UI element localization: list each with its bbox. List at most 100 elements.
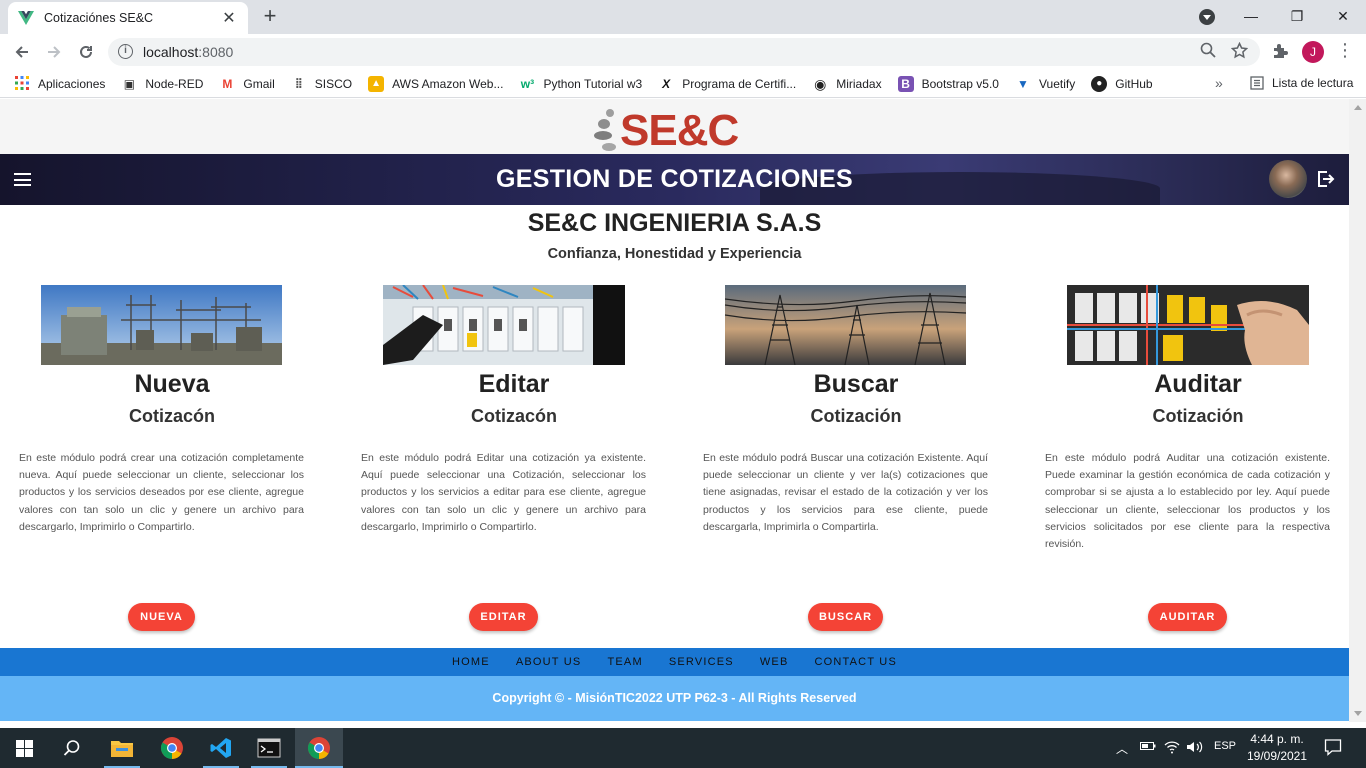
bookmark-item[interactable]: ▲ AWS Amazon Web...: [368, 75, 504, 92]
file-explorer-icon[interactable]: [98, 728, 146, 768]
bookmark-item[interactable]: ▼ Vuetify: [1015, 76, 1075, 92]
search-icon[interactable]: [48, 728, 96, 768]
footer-link-web[interactable]: WEB: [760, 656, 789, 668]
company-tagline: Confianza, Honestidad y Experiencia: [547, 246, 802, 262]
minimize-button[interactable]: —: [1228, 4, 1274, 28]
forward-arrow-icon[interactable]: [44, 42, 64, 62]
tab-search-icon[interactable]: [1199, 9, 1215, 25]
chrome-active-icon[interactable]: [295, 728, 343, 768]
miriadax-icon: ◉: [814, 75, 827, 92]
system-clock[interactable]: 4:44 p. m. 19/09/2021: [1244, 731, 1310, 765]
card-subtitle: Cotización: [1152, 406, 1244, 426]
nueva-button[interactable]: NUEVA: [128, 603, 195, 631]
bookmark-item[interactable]: ⣿ SISCO: [291, 76, 352, 92]
aws-icon: ▲: [368, 75, 385, 92]
vscode-icon[interactable]: [197, 728, 245, 768]
scroll-down-arrow-icon[interactable]: [1354, 711, 1362, 716]
bookmark-item[interactable]: ▣ Node-RED: [121, 76, 204, 92]
user-avatar[interactable]: [1269, 160, 1307, 198]
substation-image: [41, 285, 282, 365]
card-subtitle: Cotizacón: [128, 406, 215, 426]
bookmark-item[interactable]: Aplicaciones: [14, 75, 105, 92]
auditar-button[interactable]: AUDITAR: [1148, 603, 1227, 631]
bookmark-label: Programa de Certifi...: [682, 76, 797, 91]
card-buscar: Buscar Cotización En este módulo podrá B…: [703, 285, 1009, 631]
tray-chevron-icon[interactable]: ︿: [1116, 740, 1128, 757]
extensions-puzzle-icon[interactable]: [1270, 42, 1290, 62]
bookmark-label: AWS Amazon Web...: [392, 76, 504, 91]
battery-icon[interactable]: [1140, 740, 1156, 755]
footer-link-services[interactable]: SERVICES: [669, 656, 734, 668]
footer-link-home[interactable]: HOME: [452, 656, 490, 668]
card-description: En este módulo podrá Buscar una cotizaci…: [703, 452, 988, 533]
footer-copyright: Copyright © - MisiónTIC2022 UTP P62-3 - …: [0, 676, 1349, 721]
company-name: SE&C INGENIERIA S.A.S: [527, 209, 822, 237]
browser-tab[interactable]: Cotizaciónes SE&C ✕: [8, 2, 248, 34]
node-red-icon: ▣: [123, 76, 136, 91]
address-bar[interactable]: i localhost:8080: [108, 38, 1260, 66]
card-description: En este módulo podrá crear una cotizació…: [19, 452, 304, 533]
volume-icon[interactable]: [1186, 740, 1204, 757]
bookmark-item[interactable]: w³ Python Tutorial w3: [519, 76, 642, 92]
card-title: Editar: [478, 370, 550, 398]
bookmark-item[interactable]: ● GitHub: [1091, 75, 1153, 92]
editar-button[interactable]: EDITAR: [469, 603, 538, 631]
card-subtitle: Cotización: [810, 406, 902, 426]
zoom-search-icon[interactable]: [1200, 42, 1216, 62]
language-indicator[interactable]: ESP: [1214, 740, 1236, 752]
electrician-panel-image: [1067, 285, 1309, 365]
bookmark-item[interactable]: B Bootstrap v5.0: [897, 75, 999, 92]
w3schools-icon: w³: [520, 76, 535, 91]
terminal-icon[interactable]: [245, 728, 293, 768]
site-info-icon[interactable]: i: [118, 44, 133, 59]
bookmark-item[interactable]: M Gmail: [219, 76, 274, 92]
wifi-icon[interactable]: [1164, 740, 1180, 757]
tab-close-icon[interactable]: ✕: [220, 8, 238, 28]
browser-toolbar: i localhost:8080 J ⋮: [0, 34, 1366, 70]
power-lines-image: [724, 285, 967, 366]
maximize-button[interactable]: ❐: [1274, 4, 1320, 28]
card-title: Nueva: [134, 370, 210, 398]
vuetify-icon: ▼: [1017, 76, 1029, 91]
card-description: En este módulo podrá Editar una cotizaci…: [361, 452, 646, 533]
windows-start-icon[interactable]: [0, 728, 48, 768]
bookmark-label: GitHub: [1115, 76, 1153, 91]
browser-tab-strip: Cotizaciónes SE&C ✕ + — ❐ ✕: [0, 0, 1366, 34]
reading-list-button[interactable]: Lista de lectura: [1250, 76, 1353, 90]
buscar-button[interactable]: BUSCAR: [808, 603, 883, 631]
bookmark-label: Gmail: [243, 76, 275, 91]
card-auditar: Auditar Cotización En este módulo podrá …: [1045, 285, 1349, 631]
back-arrow-icon[interactable]: [12, 42, 32, 62]
card-subtitle: Cotizacón: [470, 406, 557, 426]
close-window-button[interactable]: ✕: [1320, 4, 1366, 28]
bookmarks-overflow-icon[interactable]: »: [1215, 75, 1223, 91]
logout-icon[interactable]: [1317, 171, 1335, 187]
url-text[interactable]: localhost:8080: [143, 44, 233, 60]
bookmark-label: SISCO: [314, 76, 353, 91]
bookmark-item[interactable]: X Programa de Certifi...: [658, 76, 796, 92]
windows-taskbar: ︿ ESP 4:44 p. m. 19/09/2021: [0, 728, 1366, 768]
bookmark-label: Node-RED: [145, 76, 204, 91]
footer-link-about[interactable]: ABOUT US: [516, 656, 582, 668]
card-title: Auditar: [1154, 370, 1242, 398]
gmail-icon: M: [222, 76, 233, 91]
browser-menu-icon[interactable]: ⋮: [1336, 40, 1354, 61]
notifications-icon[interactable]: [1324, 738, 1342, 759]
reading-list-label: Lista de lectura: [1272, 76, 1354, 90]
profile-avatar[interactable]: J: [1302, 41, 1324, 63]
logo-text: SE&C: [620, 106, 739, 155]
clock-date: 19/09/2021: [1246, 749, 1308, 763]
card-title: Buscar: [813, 370, 899, 398]
github-icon: ●: [1091, 75, 1108, 92]
tab-title: Cotizaciónes SE&C: [44, 11, 154, 25]
footer-link-team[interactable]: TEAM: [607, 656, 642, 668]
scroll-up-arrow-icon[interactable]: [1354, 105, 1362, 110]
new-tab-button[interactable]: +: [260, 5, 280, 27]
reload-icon[interactable]: [76, 42, 96, 62]
footer-link-contact[interactable]: CONTACT US: [815, 656, 898, 668]
bookmark-star-icon[interactable]: [1230, 41, 1249, 63]
page-scrollbar[interactable]: [1349, 99, 1366, 722]
bookmark-item[interactable]: ◉ Miriadax: [812, 76, 881, 92]
clock-time: 4:44 p. m.: [1250, 732, 1304, 746]
chrome-icon[interactable]: [148, 728, 196, 768]
